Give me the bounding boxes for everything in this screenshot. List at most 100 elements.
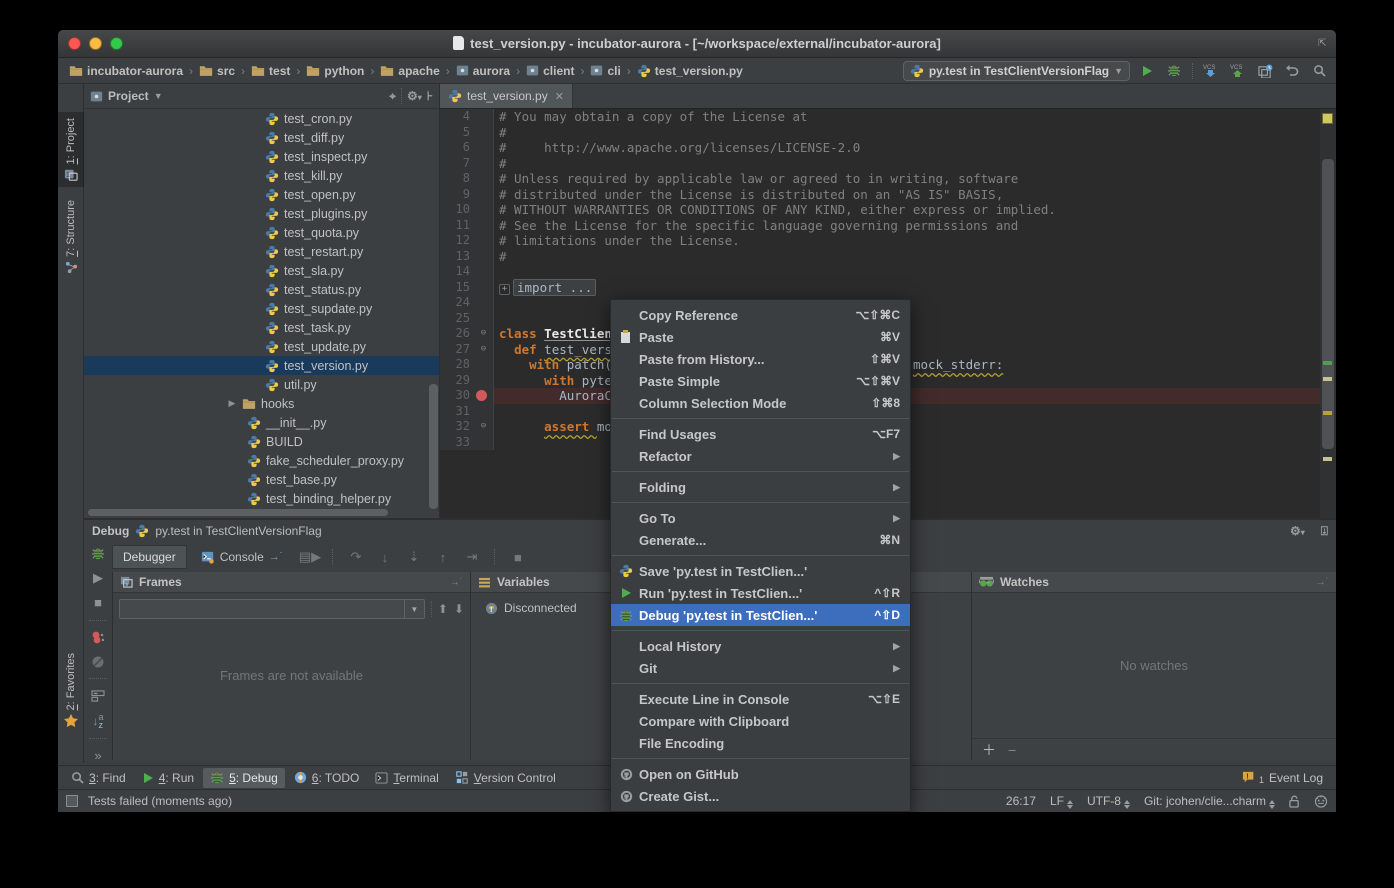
breadcrumb-item-src[interactable]: src (196, 63, 238, 79)
rail-button-structure[interactable]: 7: Structure (58, 194, 84, 280)
step-over-icon[interactable]: ↷ (347, 549, 364, 566)
toolwindow-toggle-icon[interactable] (66, 795, 78, 807)
status-message[interactable]: Tests failed (moments ago) (88, 794, 232, 808)
thread-selector[interactable]: ▼ (119, 599, 425, 619)
tree-item-test-restart-py[interactable]: test_restart.py (84, 242, 439, 261)
stripe-mark-dark-yellow[interactable] (1323, 411, 1332, 415)
breadcrumb-item-python[interactable]: python (303, 63, 367, 79)
undo-icon[interactable] (1283, 62, 1301, 80)
zoom-window-button[interactable] (110, 37, 123, 50)
breadcrumb-item-client[interactable]: client (523, 63, 577, 79)
toolwindow-button-version-control[interactable]: Version Control (448, 768, 563, 788)
menu-item-go-to[interactable]: Go To▶ (611, 507, 910, 529)
tree-item-test-open-py[interactable]: test_open.py (84, 185, 439, 204)
project-panel-title[interactable]: Project (108, 89, 149, 103)
hide-panel-icon[interactable]: ⊦ (427, 89, 433, 103)
encoding-select[interactable]: UTF-8 (1087, 794, 1130, 809)
close-tab-icon[interactable]: ✕ (555, 90, 564, 103)
lock-icon[interactable] (1289, 795, 1300, 808)
tree-item-build[interactable]: BUILD (84, 432, 439, 451)
chevron-down-icon[interactable]: ▼ (154, 91, 163, 101)
fold-expand-icon[interactable]: + (499, 284, 510, 295)
vcs-update-icon[interactable]: VCS (1202, 62, 1220, 80)
menu-item-column-selection-mode[interactable]: Column Selection Mode⇧⌘8 (611, 392, 910, 414)
tree-item-test-diff-py[interactable]: test_diff.py (84, 128, 439, 147)
caret-position[interactable]: 26:17 (1006, 794, 1036, 808)
sort-icon[interactable]: ↓az (90, 713, 107, 729)
tree-item-test-binding-helper-py[interactable]: test_binding_helper.py (84, 489, 439, 508)
menu-item-execute-line-in-console[interactable]: Execute Line in Console⌥⇧E (611, 688, 910, 710)
run-configuration-select[interactable]: py.test in TestClientVersionFlag ▼ (903, 61, 1130, 81)
git-branch-widget[interactable]: Git: jcohen/clie...charm (1144, 794, 1275, 809)
gear-icon[interactable]: ⚙▾ (407, 89, 422, 103)
menu-item-compare-with-clipboard[interactable]: Compare with Clipboard (611, 710, 910, 732)
smart-step-into-icon[interactable]: ⇣ (405, 549, 422, 566)
mute-breakpoints-icon[interactable] (90, 654, 107, 669)
menu-item-debug-py-test-in-testclien[interactable]: Debug 'py.test in TestClien...'^⇧D (611, 604, 910, 626)
expand-arrow-icon[interactable]: ▶ (227, 398, 237, 409)
line-ending-select[interactable]: LF (1050, 794, 1073, 809)
tree-item-test-update-py[interactable]: test_update.py (84, 337, 439, 356)
menu-item-find-usages[interactable]: Find Usages⌥F7 (611, 423, 910, 445)
stripe-mark-yellow2[interactable] (1323, 457, 1332, 461)
stripe-mark-yellow[interactable] (1323, 377, 1332, 381)
settle-icon[interactable]: ⌖ (389, 89, 396, 104)
toolwindow-button-terminal[interactable]: Terminal (368, 768, 445, 788)
vertical-scrollbar[interactable] (429, 384, 438, 509)
tree-item--init-py[interactable]: __init__.py (84, 413, 439, 432)
more-icon[interactable]: » (90, 748, 107, 763)
breadcrumb-item-test-version-py[interactable]: test_version.py (634, 63, 746, 79)
vcs-commit-icon[interactable]: VCS (1229, 62, 1247, 80)
frame-down-icon[interactable]: ⬇ (454, 602, 464, 616)
menu-item-refactor[interactable]: Refactor▶ (611, 445, 910, 467)
tree-item-test-task-py[interactable]: test_task.py (84, 318, 439, 337)
stripe-mark-green[interactable] (1323, 361, 1332, 365)
gear-icon[interactable]: ⚙▾ (1290, 524, 1305, 538)
menu-item-file-encoding[interactable]: File Encoding (611, 732, 910, 754)
highlighting-level-icon[interactable] (1314, 795, 1328, 808)
shelf-icon[interactable] (1256, 62, 1274, 80)
search-icon[interactable] (1310, 62, 1328, 80)
toolwindow-button-4-run[interactable]: 4: Run (135, 768, 201, 788)
toolwindow-button-6-todo[interactable]: 6: TODO (287, 768, 367, 788)
add-watch-icon[interactable]: ＋ (982, 740, 996, 760)
breadcrumb-item-aurora[interactable]: aurora (453, 63, 513, 79)
editor-scrollbar-thumb[interactable] (1322, 159, 1334, 449)
breadcrumb-item-test[interactable]: test (248, 63, 293, 79)
view-breakpoints-icon[interactable] (90, 630, 107, 645)
tree-item-test-base-py[interactable]: test_base.py (84, 470, 439, 489)
restore-layout-icon[interactable] (90, 688, 107, 703)
debug-icon[interactable] (1165, 62, 1183, 80)
show-execution-point-icon[interactable]: ▤▶ (301, 549, 318, 566)
float-panel-icon[interactable]: →˙ (1316, 577, 1329, 588)
scroll-to-end-icon[interactable]: →˙ (269, 551, 284, 563)
menu-item-run-py-test-in-testclien[interactable]: Run 'py.test in TestClien...'^⇧R (611, 582, 910, 604)
close-window-button[interactable] (68, 37, 81, 50)
run-icon[interactable] (1138, 62, 1156, 80)
tree-item-test-inspect-py[interactable]: test_inspect.py (84, 147, 439, 166)
step-into-icon[interactable]: ↓ (376, 549, 393, 566)
menu-item-save-py-test-in-testclien[interactable]: Save 'py.test in TestClien...' (611, 560, 910, 582)
menu-item-paste[interactable]: Paste⌘V (611, 326, 910, 348)
breakpoint-icon[interactable] (476, 390, 487, 401)
tree-item-test-kill-py[interactable]: test_kill.py (84, 166, 439, 185)
tree-item-hooks[interactable]: ▶hooks (84, 394, 439, 413)
event-log-button[interactable]: !1Event Log (1235, 768, 1330, 788)
tree-item-test-status-py[interactable]: test_status.py (84, 280, 439, 299)
horizontal-scrollbar[interactable] (88, 509, 388, 516)
run-to-cursor-icon[interactable]: ⇥ (463, 549, 480, 566)
float-panel-icon[interactable]: →˙ (450, 577, 463, 588)
toolwindow-button-3-find[interactable]: 3: Find (64, 768, 133, 788)
tree-item-test-sla-py[interactable]: test_sla.py (84, 261, 439, 280)
stop-icon[interactable]: ■ (90, 595, 107, 610)
menu-item-paste-from-history[interactable]: Paste from History...⇧⌘V (611, 348, 910, 370)
breakpoints-view-icon[interactable]: ■ (509, 549, 526, 566)
menu-item-open-on-github[interactable]: Open on GitHub (611, 763, 910, 785)
editor-tab-test-version[interactable]: test_version.py ✕ (440, 84, 573, 108)
menu-item-local-history[interactable]: Local History▶ (611, 635, 910, 657)
tree-item-test-version-py[interactable]: test_version.py (84, 356, 439, 375)
menu-item-folding[interactable]: Folding▶ (611, 476, 910, 498)
remove-watch-icon[interactable]: − (1008, 742, 1016, 758)
breadcrumb-item-apache[interactable]: apache (377, 63, 442, 79)
step-out-icon[interactable]: ↑ (434, 549, 451, 566)
